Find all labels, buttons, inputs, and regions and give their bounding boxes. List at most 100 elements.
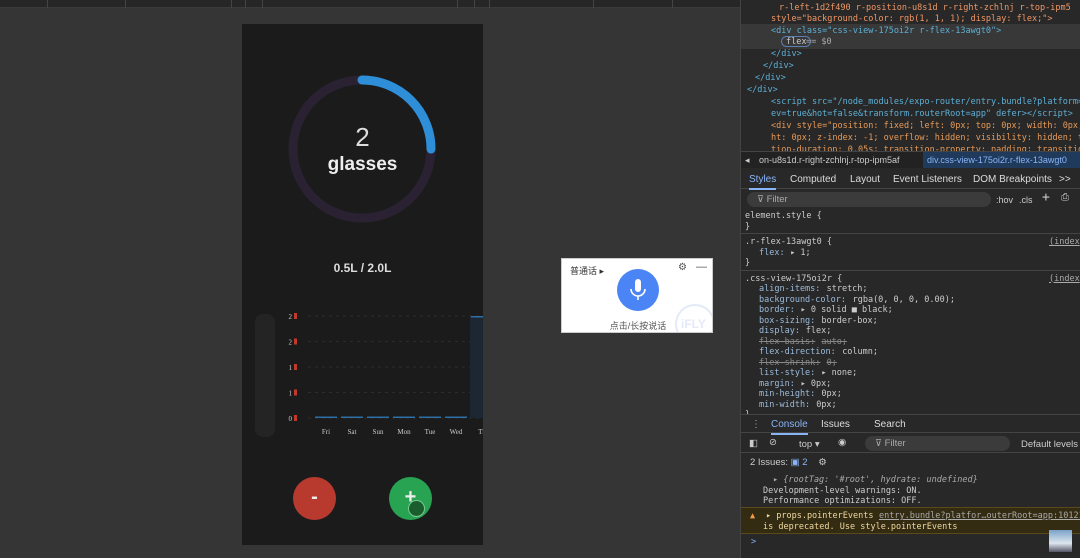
breadcrumb-back[interactable]: ◂ [745, 155, 750, 166]
x-tick-label: Tue [425, 428, 436, 436]
console-settings-icon[interactable]: ⚙ [818, 457, 827, 468]
breadcrumb: ◂ on-u8s1d.r-right-zchlnj.r-top-ipm5af d… [741, 151, 1080, 168]
issues-count: 2 [802, 457, 808, 468]
microphone-icon [630, 279, 646, 300]
style-rule-selector[interactable]: element.style { [745, 210, 822, 222]
console-filter-placeholder: Filter [884, 438, 906, 449]
y-tick-label: 0 [289, 415, 293, 423]
x-tick-label: Sun [373, 428, 384, 436]
y-tick-label: 2 [289, 313, 293, 321]
styles-tabs: Styles Computed Layout Event Listeners D… [741, 170, 1080, 190]
bar-top [341, 416, 363, 418]
x-tick-label: Th [478, 428, 483, 436]
glass-unit-label: glasses [327, 154, 398, 175]
live-expression-icon[interactable]: ◉ [838, 437, 846, 448]
app-screen: 2 glasses 0.5L / 2.0L 2 2 1 1 0 Fri Sat Sun Mon T… [242, 24, 483, 545]
console-warning: ▲ ▸ props.pointerEvents entry.bundle?pla… [741, 507, 1080, 534]
language-selector[interactable]: 普通话 ▸ [570, 264, 604, 277]
remove-glass-button[interactable]: - [293, 477, 336, 520]
tab-more[interactable]: >> [1059, 174, 1071, 185]
bar-top [315, 416, 337, 418]
cup-icon [294, 389, 297, 396]
context-selector[interactable]: top ▾ [799, 439, 820, 450]
computed-toggle-icon[interactable]: ⎙ [1061, 192, 1069, 203]
language-label: 普通话 [570, 266, 598, 276]
x-tick-label: Fri [322, 428, 330, 436]
dom-node-line[interactable]: <script src="/node_modules/expo-router/e… [771, 96, 1080, 108]
tab-search[interactable]: Search [874, 419, 906, 430]
hov-toggle[interactable]: :hov [996, 195, 1013, 205]
style-property-value[interactable]: ▸ 1; [790, 247, 810, 259]
tab-dom-breakpoints[interactable]: DOM Breakpoints [973, 174, 1052, 185]
x-tick-label: Wed [450, 428, 463, 436]
style-property-name[interactable]: min-width: [759, 399, 810, 411]
dom-node-line[interactable]: </div> [747, 84, 778, 96]
tab-issues[interactable]: Issues [821, 419, 850, 430]
dom-node-line[interactable]: </div> [771, 48, 802, 60]
console-filter-input[interactable]: ⊽ Filter [865, 436, 1010, 451]
cup-icon [294, 364, 297, 370]
new-rule-icon[interactable]: + [1042, 190, 1050, 205]
ifly-logo: iFLY [675, 304, 712, 332]
microphone-button[interactable] [617, 269, 659, 311]
tab-styles[interactable]: Styles [749, 174, 777, 190]
cls-toggle[interactable]: .cls [1019, 195, 1033, 205]
filter-placeholder: Filter [766, 194, 788, 205]
bar-top [445, 416, 467, 418]
tab-event-listeners[interactable]: Event Listeners [893, 174, 962, 185]
devtools-panel: r-left-1d2f490 r-position-u8s1d r-right-… [740, 0, 1080, 558]
rule-close-brace: } [745, 221, 751, 232]
y-tick-label: 2 [289, 339, 293, 347]
drawer-tabs: ⋮ Console Issues Search [741, 414, 1080, 435]
issues-summary[interactable]: 2 Issues: ▣ 2 ⚙ [750, 457, 827, 468]
style-rule-source[interactable]: (index [1049, 273, 1080, 285]
y-tick-label: 1 [289, 390, 293, 398]
add-glass-button[interactable]: + [389, 477, 432, 520]
cup-icon [294, 338, 297, 345]
browser-tab-strip [0, 0, 740, 8]
bar-top [419, 416, 441, 418]
tab-layout[interactable]: Layout [850, 174, 880, 185]
warning-icon: ▲ [750, 511, 756, 521]
dom-node-line[interactable]: style="background-color: rgb(1, 1, 1); d… [771, 13, 1052, 25]
settings-icon[interactable]: ⚙ [678, 262, 687, 273]
console-log: Performance optimizations: OFF. [763, 496, 922, 506]
rule-close-brace: } [745, 258, 751, 268]
volume-summary: 0.5L / 2.0L [333, 261, 392, 275]
cup-icon [294, 415, 297, 421]
sidebar-toggle-icon[interactable]: ◧ [749, 438, 758, 449]
dom-node-line[interactable]: </div> [763, 60, 794, 72]
bar-top [471, 316, 483, 318]
voice-input-widget: 普通话 ▸ ⚙ — 点击/长按说话 iFLY [561, 258, 713, 333]
touch-indicator [408, 500, 425, 517]
rule-divider [741, 233, 1080, 234]
tab-console[interactable]: Console [771, 419, 808, 435]
drawer-menu-icon[interactable]: ⋮ [751, 419, 761, 430]
x-tick-label: Sat [348, 428, 357, 436]
dom-node-line[interactable]: <div style="position: fixed; left: 0px; … [771, 120, 1080, 132]
clear-console-icon[interactable]: ⊘ [769, 437, 777, 448]
style-rule-source[interactable]: (index [1049, 236, 1080, 248]
issues-label: 2 Issues: [750, 457, 789, 468]
bar [470, 316, 483, 418]
minimize-icon[interactable]: — [696, 261, 707, 273]
dom-node-line[interactable]: ev=true&hot=false&transform.routerRoot=a… [771, 108, 1073, 120]
dom-node-line[interactable]: == $0 [806, 36, 832, 48]
log-levels-selector[interactable]: Default levels ▾ [1021, 439, 1080, 450]
styles-filter-input[interactable]: ⊽ Filter [747, 192, 991, 207]
dom-node-line[interactable]: ht: 0px; z-index: -1; overflow: hidden; … [771, 132, 1080, 144]
dom-node-line[interactable]: </div> [755, 72, 786, 84]
breadcrumb-item[interactable]: on-u8s1d.r-right-zchlnj.r-top-ipm5af [759, 155, 900, 165]
warning-text-2: is deprecated. Use style.pointerEvents [763, 522, 958, 532]
weekly-chart: 2 2 1 1 0 Fri Sat Sun Mon Tue Wed Th [289, 313, 483, 436]
style-property-value[interactable]: column; [842, 346, 878, 358]
breadcrumb-item-selected[interactable]: div.css-view-175oi2r.r-flex-13awgt0 [923, 152, 1080, 168]
style-property-name[interactable]: flex: [759, 247, 785, 259]
console-toolbar: ◧ ⊘ top ▾ ◉ ⊽ Filter Default levels ▾ [741, 435, 1080, 453]
y-tick-label: 1 [289, 364, 293, 372]
console-prompt[interactable]: > [751, 536, 756, 548]
rule-divider [741, 269, 1080, 271]
bar-top [367, 416, 389, 418]
tab-computed[interactable]: Computed [790, 174, 836, 185]
style-property-value[interactable]: 0px; [816, 399, 836, 411]
